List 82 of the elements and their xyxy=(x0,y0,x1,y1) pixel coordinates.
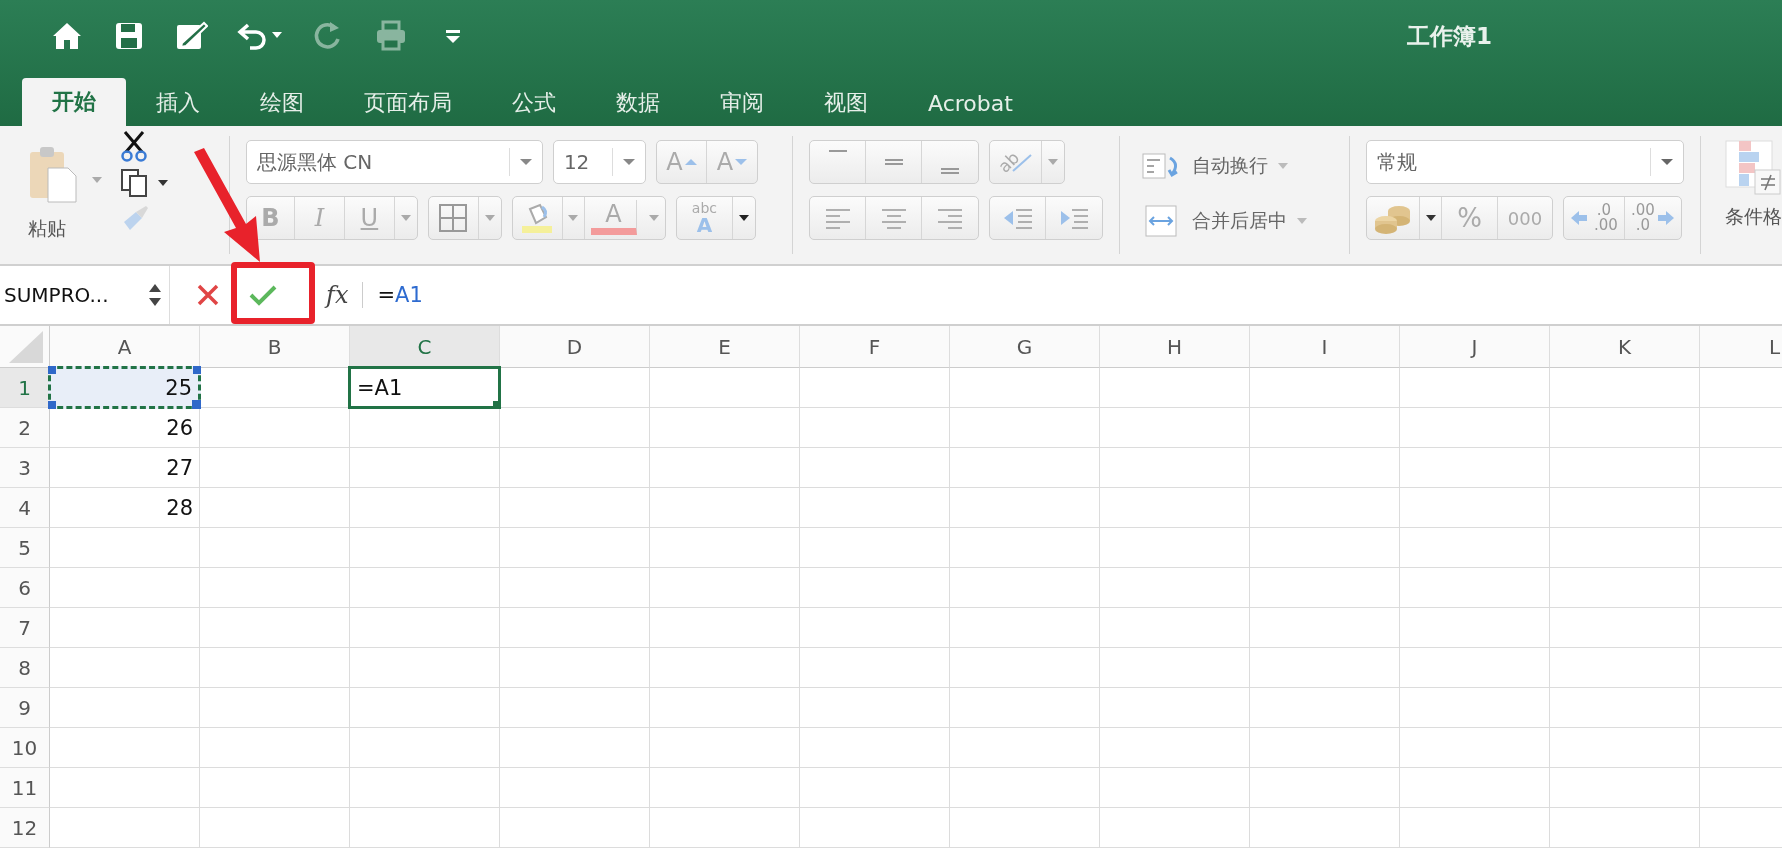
caret-icon xyxy=(648,214,659,222)
indent-icon xyxy=(1058,207,1091,229)
ribbon-tab[interactable]: 审阅 xyxy=(690,80,794,126)
row-header[interactable]: 7 xyxy=(0,608,50,648)
row-header[interactable]: 12 xyxy=(0,808,50,848)
scissors-icon[interactable] xyxy=(120,130,148,162)
select-all-button[interactable] xyxy=(0,326,50,368)
merge-center-button[interactable]: 合并后居中 xyxy=(1142,204,1334,238)
conditional-format-label[interactable]: 条件格 xyxy=(1724,204,1782,230)
column-header[interactable]: B xyxy=(200,326,350,368)
column-header[interactable]: J xyxy=(1400,326,1550,368)
caret-icon xyxy=(568,214,579,222)
formula-field[interactable]: =A1 xyxy=(377,283,1782,307)
clipboard-icon[interactable] xyxy=(28,144,78,204)
column-header[interactable]: G xyxy=(950,326,1100,368)
ribbon-tab[interactable]: 公式 xyxy=(482,80,586,126)
font-size-dropdown[interactable]: 12 xyxy=(552,140,646,184)
column-header[interactable]: K xyxy=(1550,326,1700,368)
column-header[interactable]: D xyxy=(500,326,650,368)
row-header[interactable]: 8 xyxy=(0,648,50,688)
row-header[interactable]: 11 xyxy=(0,768,50,808)
confirm-icon[interactable] xyxy=(248,283,278,307)
paint-bucket-icon xyxy=(520,201,555,235)
column-header[interactable]: H xyxy=(1100,326,1250,368)
caret-icon xyxy=(738,214,749,222)
font-name-dropdown[interactable]: 思源黑体 CN xyxy=(245,140,543,184)
row-header[interactable]: 5 xyxy=(0,528,50,568)
caret-icon xyxy=(484,214,495,222)
table-cell-text: 26 xyxy=(165,414,194,442)
right-arrow-icon xyxy=(1656,210,1675,226)
table-cell: 25 xyxy=(48,366,201,409)
align-right-icon xyxy=(936,207,965,229)
cancel-icon[interactable] xyxy=(196,283,220,307)
table-cell-text: 28 xyxy=(165,494,194,522)
row-header[interactable]: 2 xyxy=(0,408,50,448)
row-header[interactable]: 6 xyxy=(0,568,50,608)
paste-label[interactable]: 粘贴 xyxy=(28,216,66,242)
name-box[interactable]: SUMPRO... xyxy=(0,266,170,324)
row-header[interactable]: 1 xyxy=(0,368,50,408)
ribbon-tab[interactable]: 视图 xyxy=(794,80,898,126)
copy-icon[interactable] xyxy=(120,168,148,198)
row-header[interactable]: 9 xyxy=(0,688,50,728)
left-arrow-icon xyxy=(1570,210,1588,226)
column-header[interactable]: A xyxy=(50,326,200,368)
align-bottom-icon xyxy=(941,168,960,174)
caret-icon xyxy=(400,214,411,222)
number-format-dropdown[interactable]: 常规 xyxy=(1366,140,1684,184)
caret-icon xyxy=(1048,158,1059,166)
window-title: 工作簿1 xyxy=(1407,21,1492,51)
caret-icon xyxy=(622,158,635,166)
column-header[interactable]: L xyxy=(1700,326,1782,368)
align-middle-icon xyxy=(884,159,903,165)
column-header[interactable]: E xyxy=(650,326,800,368)
ribbon-tab[interactable]: 页面布局 xyxy=(334,80,482,126)
column-header[interactable]: F xyxy=(800,326,950,368)
table-cell-text: 27 xyxy=(165,454,194,482)
down-triangle-icon xyxy=(735,158,748,166)
conditional-format-icon[interactable] xyxy=(1724,140,1781,198)
caret-icon[interactable] xyxy=(158,179,168,187)
table-cell: =A1 xyxy=(348,366,501,409)
column-header[interactable]: C xyxy=(350,326,500,368)
row-header[interactable]: 3 xyxy=(0,448,50,488)
ribbon-tab[interactable]: 开始 xyxy=(22,78,126,126)
caret-icon xyxy=(1297,217,1308,225)
ribbon-tab[interactable]: 插入 xyxy=(126,80,230,126)
ribbon-tab[interactable]: 绘图 xyxy=(230,80,334,126)
stepper-icon xyxy=(147,282,163,308)
row-header[interactable]: 4 xyxy=(0,488,50,528)
up-triangle-icon xyxy=(684,158,697,166)
caret-icon xyxy=(1661,158,1673,166)
column-header[interactable]: I xyxy=(1250,326,1400,368)
wrap-text-button[interactable]: 自动换行 xyxy=(1142,152,1334,180)
caret-icon xyxy=(519,158,532,166)
align-left-icon xyxy=(823,207,852,229)
caret-icon xyxy=(1278,162,1289,170)
caret-icon xyxy=(1425,214,1436,222)
grid-icon xyxy=(438,203,469,233)
row-header[interactable]: 10 xyxy=(0,728,50,768)
ribbon-tab[interactable]: 数据 xyxy=(586,80,690,126)
insert-function-button[interactable]: fx xyxy=(322,281,353,309)
ribbon-tab[interactable]: Acrobat xyxy=(898,80,1043,126)
align-center-icon xyxy=(879,207,908,229)
